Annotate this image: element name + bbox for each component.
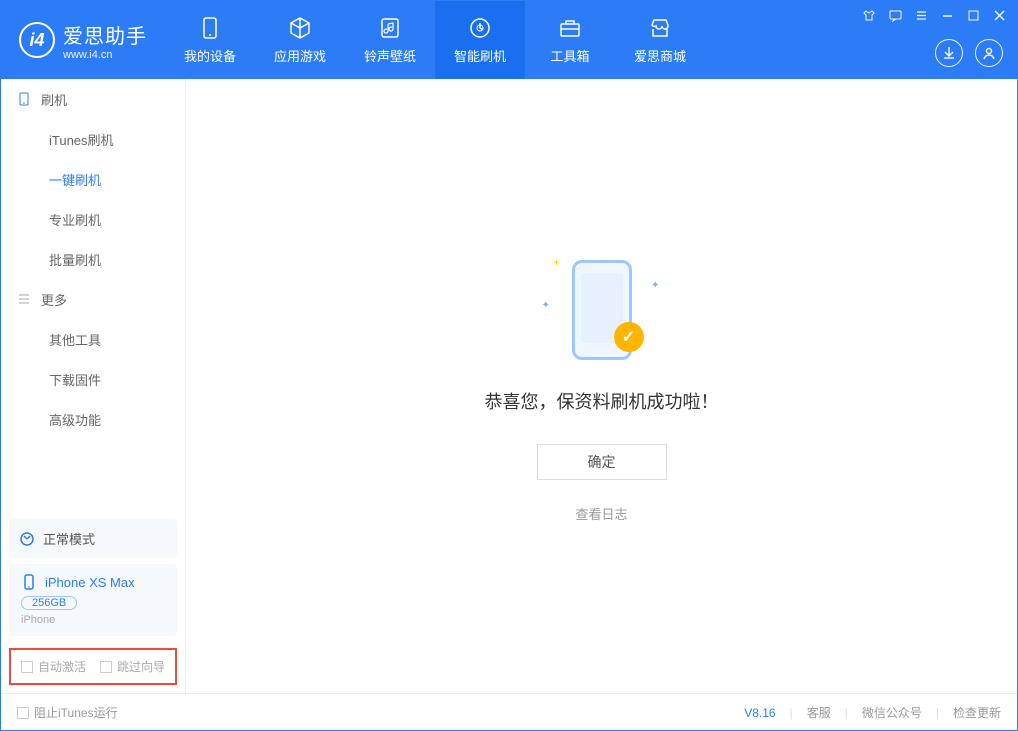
feedback-icon[interactable]	[887, 7, 903, 23]
success-illustration: ✦✦+ ✓	[542, 250, 662, 370]
logo-icon: i4	[19, 22, 55, 58]
nav-tab-label: 我的设备	[184, 46, 236, 65]
header-actions	[935, 39, 1003, 67]
device-icon	[198, 16, 222, 40]
nav-tab-0[interactable]: 我的设备	[165, 1, 255, 79]
store-icon	[648, 16, 672, 40]
nav-tab-label: 应用游戏	[274, 46, 326, 65]
status-bar: 阻止iTunes运行 V8.16 | 客服 | 微信公众号 | 检查更新	[1, 693, 1017, 731]
footer-link-update[interactable]: 检查更新	[953, 704, 1001, 721]
nav-tab-1[interactable]: 应用游戏	[255, 1, 345, 79]
device-type: iPhone	[21, 614, 165, 626]
nav-tabs: 我的设备 应用游戏 铃声壁纸 智能刷机 工具箱 爱思商城	[165, 1, 705, 79]
check-icon: ✓	[614, 322, 644, 352]
sidebar-group-title: 刷机	[41, 90, 67, 109]
sidebar-item[interactable]: 批量刷机	[1, 239, 185, 279]
cube-icon	[288, 16, 312, 40]
app-header: i4 爱思助手 www.i4.cn 我的设备 应用游戏 铃声壁纸 智能刷机 工具箱 爱思商…	[1, 1, 1017, 79]
minimize-button[interactable]	[939, 7, 955, 23]
device-capacity: 256GB	[21, 596, 77, 610]
music-icon	[378, 16, 402, 40]
sidebar-item[interactable]: 高级功能	[1, 399, 185, 439]
sidebar-item[interactable]: 下载固件	[1, 359, 185, 399]
close-button[interactable]	[991, 7, 1007, 23]
app-name: 爱思助手	[63, 20, 147, 49]
sidebar-group-more: 更多	[1, 279, 185, 319]
auto-activate-checkbox[interactable]: 自动激活	[21, 658, 86, 675]
mode-icon	[19, 531, 35, 547]
toolbox-icon	[558, 16, 582, 40]
user-button[interactable]	[975, 39, 1003, 67]
nav-tab-5[interactable]: 爱思商城	[615, 1, 705, 79]
window-controls	[861, 7, 1007, 23]
view-log-link[interactable]: 查看日志	[575, 504, 627, 523]
device-icon	[17, 92, 31, 106]
sidebar-item[interactable]: iTunes刷机	[1, 119, 185, 159]
sidebar-item[interactable]: 其他工具	[1, 319, 185, 359]
menu-icon[interactable]	[913, 7, 929, 23]
sidebar-group-flash: 刷机	[1, 79, 185, 119]
bottom-options: 自动激活 跳过向导	[9, 648, 177, 685]
list-icon	[17, 292, 31, 306]
nav-tab-3[interactable]: 智能刷机	[435, 1, 525, 79]
app-logo: i4 爱思助手 www.i4.cn	[1, 20, 165, 61]
version-label[interactable]: V8.16	[744, 706, 775, 720]
nav-tab-2[interactable]: 铃声壁纸	[345, 1, 435, 79]
ok-button[interactable]: 确定	[537, 444, 667, 480]
sidebar-item[interactable]: 一键刷机	[1, 159, 185, 199]
nav-tab-4[interactable]: 工具箱	[525, 1, 615, 79]
nav-tab-label: 铃声壁纸	[364, 46, 416, 65]
sidebar: 刷机 iTunes刷机一键刷机专业刷机批量刷机 更多 其他工具下载固件高级功能 …	[1, 79, 186, 693]
nav-tab-label: 工具箱	[550, 46, 589, 65]
footer-link-wechat[interactable]: 微信公众号	[862, 704, 922, 721]
device-panel[interactable]: iPhone XS Max 256GB iPhone	[9, 564, 177, 636]
mode-label: 正常模式	[43, 529, 95, 548]
phone-icon	[21, 574, 37, 590]
nav-tab-label: 爱思商城	[634, 46, 686, 65]
nav-tab-label: 智能刷机	[454, 46, 506, 65]
main-content: ✦✦+ ✓ 恭喜您，保资料刷机成功啦！ 确定 查看日志	[186, 79, 1017, 693]
success-message: 恭喜您，保资料刷机成功啦！	[485, 388, 719, 414]
skip-guide-checkbox[interactable]: 跳过向导	[100, 658, 165, 675]
mode-panel[interactable]: 正常模式	[9, 519, 177, 558]
block-itunes-checkbox[interactable]: 阻止iTunes运行	[17, 704, 118, 721]
device-name: iPhone XS Max	[45, 575, 135, 590]
app-url: www.i4.cn	[63, 49, 147, 61]
refresh-icon	[468, 16, 492, 40]
skin-icon[interactable]	[861, 7, 877, 23]
footer-link-support[interactable]: 客服	[807, 704, 831, 721]
download-button[interactable]	[935, 39, 963, 67]
sidebar-item[interactable]: 专业刷机	[1, 199, 185, 239]
maximize-button[interactable]	[965, 7, 981, 23]
sidebar-group-title: 更多	[41, 290, 67, 309]
